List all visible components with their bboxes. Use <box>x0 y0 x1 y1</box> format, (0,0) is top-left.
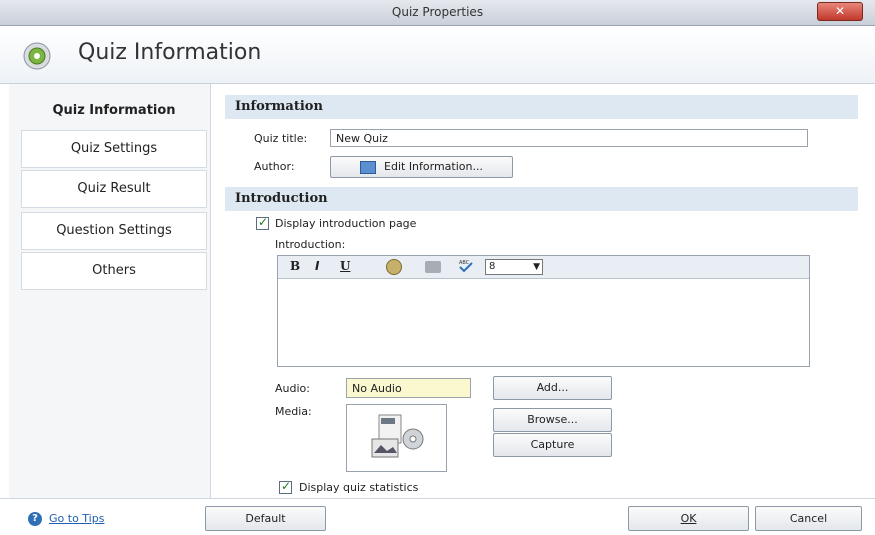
svg-text:ABC: ABC <box>459 260 470 266</box>
browse-button[interactable]: Browse... <box>493 408 612 432</box>
ok-label: OK <box>680 512 697 525</box>
help-icon[interactable]: ? <box>28 512 42 526</box>
underline-button[interactable]: U <box>340 259 350 273</box>
sidebar-item-quiz-settings[interactable]: Quiz Settings <box>21 130 207 168</box>
editor-toolbar: B I U ABC 8 ▼ <box>278 256 809 279</box>
edit-information-label: Edit Information... <box>384 160 483 173</box>
font-size-value: 8 <box>489 261 496 272</box>
sidebar: Quiz Information Quiz Settings Quiz Resu… <box>9 84 211 498</box>
page-title: Quiz Information <box>78 40 262 65</box>
cancel-button[interactable]: Cancel <box>755 506 862 531</box>
font-size-select[interactable]: 8 ▼ <box>485 259 543 275</box>
sidebar-item-quiz-result[interactable]: Quiz Result <box>21 170 207 208</box>
title-bar: Quiz Properties ✕ <box>0 0 875 26</box>
media-icon <box>371 414 424 458</box>
ok-button[interactable]: OK <box>628 506 749 531</box>
editor-content[interactable] <box>278 279 809 365</box>
default-button[interactable]: Default <box>205 506 326 531</box>
edit-icon <box>360 160 377 174</box>
quiz-title-label: Quiz title: <box>254 132 308 145</box>
edit-information-button[interactable]: Edit Information... <box>330 156 513 178</box>
introduction-heading: Introduction <box>225 187 858 211</box>
gear-icon <box>23 42 51 70</box>
audio-label: Audio: <box>275 382 310 395</box>
introduction-editor[interactable]: B I U ABC 8 ▼ <box>277 255 810 367</box>
highlight-icon[interactable] <box>425 261 441 273</box>
cancel-label: Cancel <box>789 512 828 525</box>
author-label: Author: <box>254 160 295 173</box>
footer-divider <box>0 498 875 499</box>
sidebar-item-others[interactable]: Others <box>21 252 207 290</box>
go-to-tips-link[interactable]: Go to Tips <box>49 512 104 525</box>
page-header: Quiz Information <box>0 26 875 84</box>
media-label: Media: <box>275 405 312 418</box>
bold-button[interactable]: B <box>290 259 300 273</box>
media-preview[interactable] <box>346 404 447 472</box>
add-audio-button[interactable]: Add... <box>493 376 612 400</box>
display-introduction-checkbox[interactable] <box>256 215 269 230</box>
chevron-down-icon: ▼ <box>533 262 540 272</box>
display-statistics-checkbox[interactable] <box>279 479 292 494</box>
spellcheck-icon[interactable]: ABC <box>458 259 474 273</box>
display-introduction-label: Display introduction page <box>275 217 417 230</box>
audio-field[interactable]: No Audio <box>346 378 471 398</box>
color-palette-icon[interactable] <box>386 259 402 275</box>
italic-button[interactable]: I <box>315 259 319 273</box>
close-button[interactable]: ✕ <box>817 2 863 21</box>
window-title: Quiz Properties <box>391 5 484 19</box>
information-heading: Information <box>225 95 858 119</box>
display-statistics-label: Display quiz statistics <box>299 481 419 494</box>
sidebar-item-quiz-information[interactable]: Quiz Information <box>21 92 207 130</box>
capture-button[interactable]: Capture <box>493 433 612 457</box>
introduction-label: Introduction: <box>275 238 346 251</box>
quiz-title-input[interactable]: New Quiz <box>330 129 808 147</box>
sidebar-item-question-settings[interactable]: Question Settings <box>21 212 207 250</box>
